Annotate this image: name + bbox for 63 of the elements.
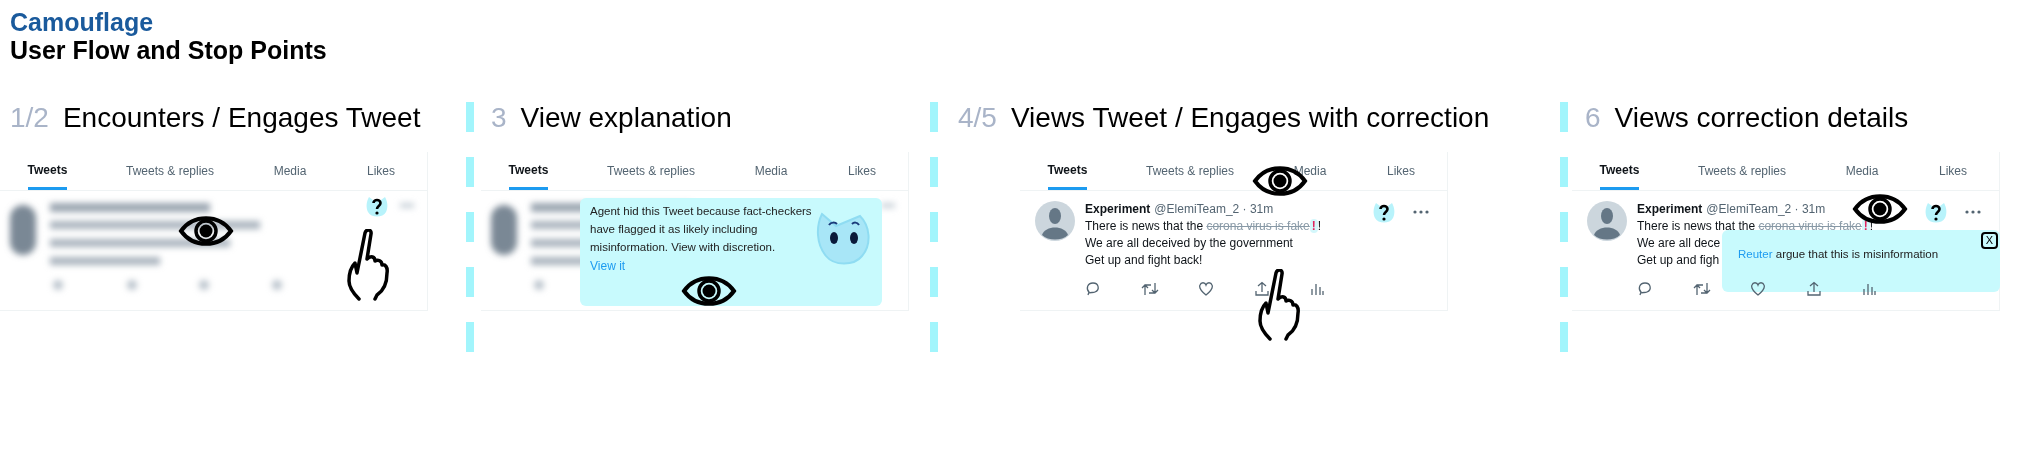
step-number: 3 [491,102,507,134]
step-number: 1/2 [10,102,49,134]
tweet-text: There is news that the [1085,219,1205,233]
reply-icon[interactable] [1085,281,1101,297]
heart-icon[interactable] [1198,281,1214,297]
profile-tab[interactable]: Media [1845,152,1879,190]
author-name[interactable]: Experiment [1637,201,1703,218]
tweet-text: We are all deceived by the government [1085,235,1293,252]
profile-tab[interactable]: Tweets [508,152,549,190]
avatar-icon [1035,201,1075,241]
struck-text: corona virus is fake [1758,219,1862,233]
tweet-text: We are all dece [1637,235,1721,252]
profile-tab[interactable]: Tweets [27,152,68,190]
flag-badge[interactable]: ! [1309,219,1318,233]
stats-icon[interactable] [1309,281,1325,297]
question-badge-icon [1373,200,1395,224]
author-name[interactable]: Experiment [1085,201,1151,218]
heart-icon[interactable] [1750,281,1766,297]
profile-tab[interactable]: Media [273,152,307,190]
avatar-icon [1587,201,1627,241]
share-icon[interactable] [1805,281,1822,297]
stats-icon[interactable] [1861,281,1877,297]
correction-text: Reuter argue that this is misinformation [1738,248,1939,260]
tweet-meta: @ElemiTeam_2 · 31m [1706,201,1826,218]
profile-tab[interactable]: Media [754,152,788,190]
profile-tab[interactable]: Tweets & replies [1697,152,1786,190]
tweet-text: Get up and figh [1637,252,1720,269]
question-badge-icon [366,194,388,218]
pointing-hand-icon [345,229,391,301]
pointing-hand-icon [1256,269,1302,341]
tweet-text: Get up and fight back! [1085,252,1203,269]
tweet-text: There is news that the [1637,219,1757,233]
subtitle: User Flow and Stop Points [10,36,327,64]
profile-tab[interactable]: Likes [1387,152,1415,190]
eye-icon [681,274,737,308]
step-title: Views Tweet / Engages with correction [1010,102,1490,134]
struck-text: corona virus is fake [1206,219,1310,233]
step-number: 6 [1585,102,1601,134]
profile-tab[interactable]: Tweets & replies [1145,152,1234,190]
retweet-icon[interactable] [1140,281,1159,297]
profile-tab[interactable]: Likes [367,152,395,190]
profile-tab[interactable]: Likes [848,152,876,190]
profile-tab[interactable]: Tweets & replies [606,152,695,190]
profile-tab[interactable]: Tweets & replies [125,152,214,190]
profile-tab[interactable]: Tweets [1599,152,1640,190]
step-title: Views correction details [1614,102,1909,134]
eye-icon [178,214,234,248]
profile-tab[interactable]: Likes [1939,152,1967,190]
retweet-icon[interactable] [1692,281,1711,297]
close-button[interactable]: X [1980,232,1998,249]
notice-text: Agent hid this Tweet because fact-checkers have flagged it as likely including misinformation. View with discretion. [590,204,813,255]
tweet-text: ! [1317,219,1322,233]
question-badge-icon [1925,200,1947,224]
share-icon[interactable] [1253,281,1270,297]
reply-icon[interactable] [1637,281,1653,297]
more-icon[interactable] [1413,210,1429,214]
profile-tab[interactable]: Tweets [1047,152,1088,190]
title: Camouflage [10,8,154,36]
tweet-meta: @ElemiTeam_2 · 31m [1154,201,1274,218]
step-title: View explanation [520,102,732,134]
step-number: 4/5 [958,102,997,134]
more-icon[interactable] [1965,210,1981,214]
step-title: Encounters / Engages Tweet [62,102,421,134]
